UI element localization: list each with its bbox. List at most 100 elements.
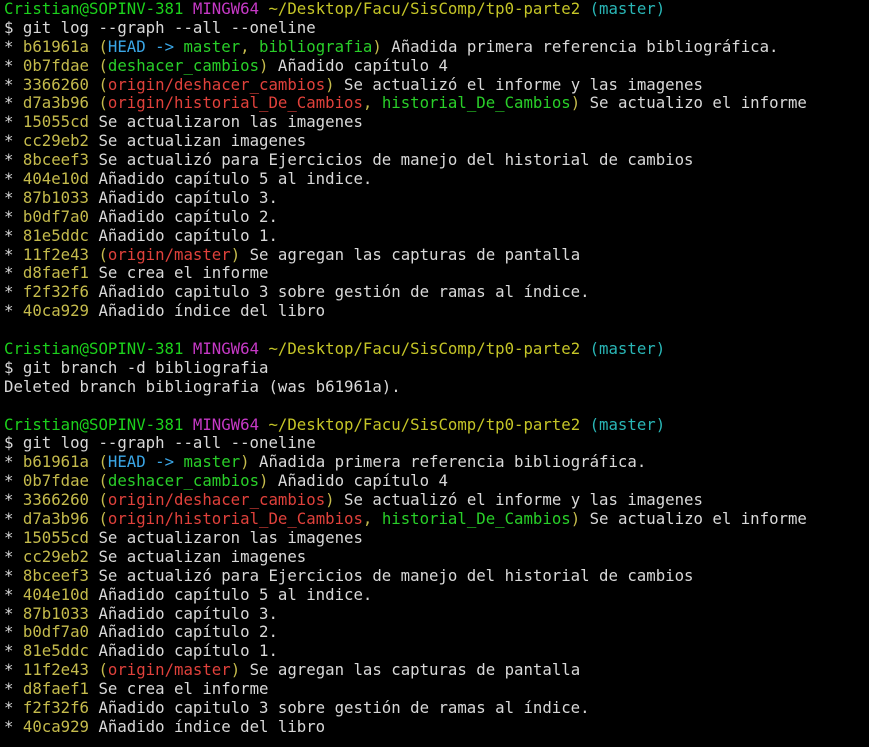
terminal-text-yellow: d8faef1 (22, 264, 99, 283)
terminal-line: * 11f2e43 (origin/master) Se agregan las… (4, 246, 869, 265)
terminal-text-default: * (4, 170, 23, 189)
terminal-text-default: Se actualizó para Ejercicios de manejo d… (98, 151, 694, 170)
terminal-text-yellow: ) (325, 75, 335, 94)
terminal-text-default: * (4, 283, 23, 302)
terminal-text-remote: origin/deshacer_cambios (107, 75, 326, 94)
terminal-text-branch: historial_De_Cambios (381, 94, 571, 113)
terminal-text-yellow: ) (325, 491, 335, 510)
terminal-text-yellow: b61961a (22, 37, 99, 56)
terminal-text-yellow: ( (98, 56, 108, 75)
terminal-text-yellow: b0df7a0 (22, 623, 99, 642)
terminal-text-default: * (4, 642, 23, 661)
terminal-text-yellow: 0b7fdae (22, 56, 99, 75)
terminal-text-branch: master (183, 453, 241, 472)
terminal-text-default: * (4, 510, 23, 529)
terminal-text-yellow: 87b1033 (22, 604, 99, 623)
terminal-text-yellow: 404e10d (22, 585, 99, 604)
terminal-text-yellow: d8faef1 (22, 680, 99, 699)
terminal-text-yellow: d7a3b96 (22, 94, 99, 113)
terminal-text-green: Cristian@SOPINV-381 (4, 0, 193, 18)
terminal-text-remote: origin/deshacer_cambios (107, 491, 326, 510)
terminal-text-default: * (4, 113, 23, 132)
terminal-text-default: * (4, 604, 23, 623)
terminal-text-default: Se agregan las capturas de pantalla (240, 245, 581, 264)
terminal-line: * 8bceef3 Se actualizó para Ejercicios d… (4, 567, 869, 586)
terminal-line: * b0df7a0 Añadido capítulo 2. (4, 623, 869, 642)
terminal-text-branch: deshacer_cambios (107, 56, 260, 75)
terminal-text-default: Añadido capítulo 4 (268, 56, 448, 75)
terminal-text-default: Se actualizaron las imagenes (98, 113, 363, 132)
terminal-line: Cristian@SOPINV-381 MINGW64 ~/Desktop/Fa… (4, 0, 869, 19)
terminal-text-yellow: b61961a (22, 453, 99, 472)
terminal-text-yellow: ( (98, 75, 108, 94)
terminal-text-default: Añadido capítulo 5 al indice. (98, 585, 373, 604)
terminal-text-default: * (4, 188, 23, 207)
terminal-text-default: * (4, 585, 23, 604)
terminal-text-magenta: MINGW64 (192, 340, 269, 359)
terminal-line: * 40ca929 Añadido índice del libro (4, 718, 869, 737)
terminal-line: * d7a3b96 (origin/historial_De_Cambios, … (4, 510, 869, 529)
terminal-text-yellow: 40ca929 (22, 717, 99, 736)
terminal-text-yellow: ( (98, 661, 108, 680)
terminal-text-default: * (4, 302, 23, 321)
terminal-text-magenta: MINGW64 (192, 0, 269, 18)
terminal-text-path: ~/Desktop/Facu/SisComp/tp0-parte2 (268, 340, 590, 359)
terminal-line: $ git log --graph --all --oneline (4, 19, 869, 38)
terminal-text-default: Se crea el informe (98, 264, 269, 283)
terminal-text-default: Se crea el informe (98, 680, 269, 699)
terminal-text-default: $ git branch -d bibliografia (4, 358, 269, 377)
terminal-line: * 15055cd Se actualizaron las imagenes (4, 113, 869, 132)
terminal-text-yellow: 0b7fdae (22, 472, 99, 491)
terminal-text-head: HEAD -> (107, 453, 184, 472)
terminal-text-branch: bibliografia (259, 37, 373, 56)
terminal-text-default: Añadido capítulo 1. (98, 226, 278, 245)
terminal-text-yellow: ) (570, 94, 581, 113)
terminal-text-yellow: 11f2e43 (22, 661, 99, 680)
terminal-text-path: ~/Desktop/Facu/SisComp/tp0-parte2 (268, 415, 590, 434)
terminal-text-yellow: ) (230, 661, 241, 680)
terminal-text-yellow: 15055cd (22, 528, 99, 547)
terminal-text-default: * (4, 94, 23, 113)
terminal-line: * cc29eb2 Se actualizan imagenes (4, 132, 869, 151)
terminal-line: * 40ca929 Añadido índice del libro (4, 302, 869, 321)
terminal-text-green: Cristian@SOPINV-381 (4, 415, 193, 434)
terminal-line: * d7a3b96 (origin/historial_De_Cambios, … (4, 94, 869, 113)
terminal-text-yellow: cc29eb2 (22, 547, 99, 566)
terminal-text-yellow: 15055cd (22, 113, 99, 132)
terminal-text-remote: origin/master (107, 661, 231, 680)
terminal-line: $ git branch -d bibliografia (4, 359, 869, 378)
terminal-text-default: Añadido capitulo 3 sobre gestión de rama… (98, 698, 590, 717)
terminal-text-default: * (4, 151, 23, 170)
terminal-line: * b61961a (HEAD -> master) Añadida prime… (4, 453, 869, 472)
terminal-text-default: * (4, 264, 23, 283)
terminal-text-default: Se actualizo el informe (580, 510, 807, 529)
terminal-text-default: * (4, 717, 23, 736)
terminal-line: * 3366260 (origin/deshacer_cambios) Se a… (4, 491, 869, 510)
terminal-text-default: * (4, 207, 23, 226)
terminal-text-default: Se actualizó el informe y las imagenes (334, 75, 703, 94)
terminal-line: * 81e5ddc Añadido capítulo 1. (4, 227, 869, 246)
terminal-text-yellow: f2f32f6 (22, 283, 99, 302)
terminal-text-yellow: 81e5ddc (22, 642, 99, 661)
terminal-text-default: Añadido capítulo 1. (98, 642, 278, 661)
terminal-line: * 87b1033 Añadido capítulo 3. (4, 189, 869, 208)
terminal-line: Cristian@SOPINV-381 MINGW64 ~/Desktop/Fa… (4, 340, 869, 359)
terminal-text-default: Deleted branch bibliografia (was b61961a… (4, 377, 401, 396)
terminal-text-yellow: 3366260 (22, 491, 99, 510)
terminal-line: * f2f32f6 Añadido capitulo 3 sobre gesti… (4, 699, 869, 718)
terminal-output[interactable]: Cristian@SOPINV-381 MINGW64 ~/Desktop/Fa… (4, 0, 869, 737)
terminal-text-default: * (4, 75, 23, 94)
terminal-line: * 0b7fdae (deshacer_cambios) Añadido cap… (4, 472, 869, 491)
terminal-text-default: Añadido capítulo 3. (98, 604, 278, 623)
terminal-text-cyan: (master) (589, 415, 666, 434)
terminal-text-yellow: ) (372, 37, 382, 56)
terminal-text-default: * (4, 56, 23, 75)
terminal-text-yellow: b0df7a0 (22, 207, 99, 226)
terminal-line: * f2f32f6 Añadido capitulo 3 sobre gesti… (4, 283, 869, 302)
terminal-text-yellow: f2f32f6 (22, 698, 99, 717)
terminal-line: * 404e10d Añadido capítulo 5 al indice. (4, 170, 869, 189)
terminal-text-default: Añadido capítulo 4 (268, 472, 448, 491)
terminal-line: * cc29eb2 Se actualizan imagenes (4, 548, 869, 567)
